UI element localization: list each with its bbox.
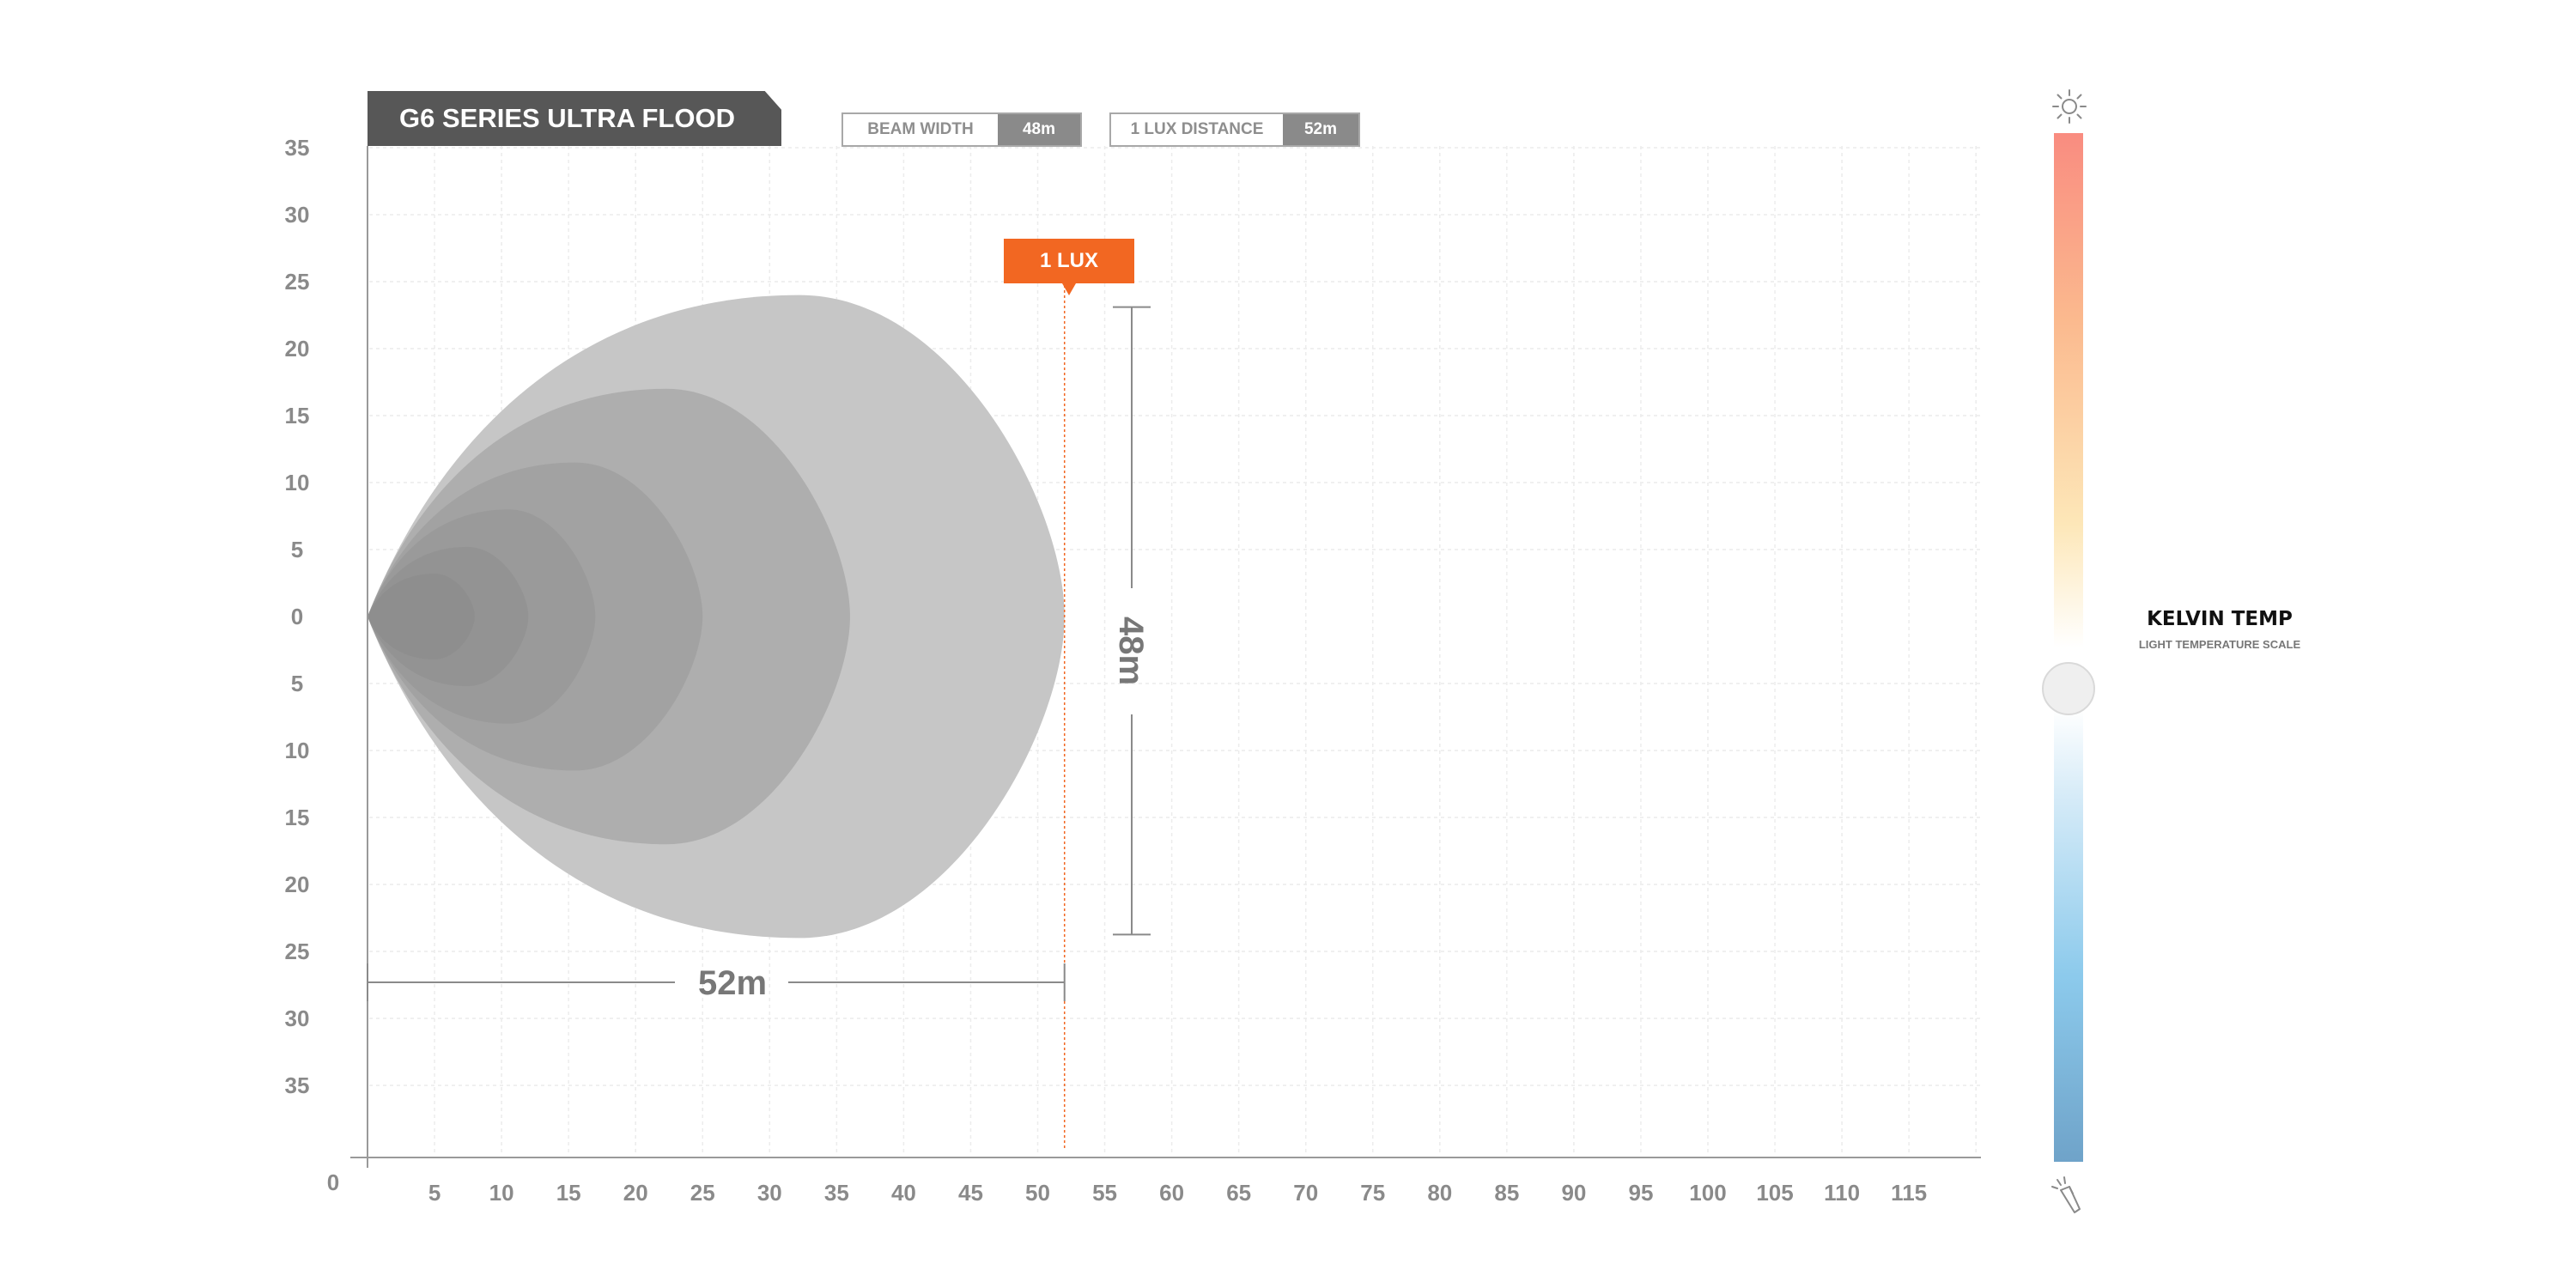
x-tick-label: 15 [556, 1180, 581, 1206]
chart-title-banner: G6 SERIES ULTRA FLOOD [368, 91, 781, 146]
x-tick-label: 45 [958, 1180, 983, 1206]
y-tick-label: 5 [291, 671, 303, 696]
lux-distance-stat: 1 LUX DISTANCE 52m [1109, 112, 1360, 147]
kelvin-title: KELVIN TEMP [2147, 608, 2293, 630]
beam-width-stat: BEAM WIDTH 48m [841, 112, 1082, 147]
x-tick-label: 25 [690, 1180, 715, 1206]
y-tick-label: 25 [285, 939, 310, 964]
beam-width-dim-label: 48m [1112, 617, 1150, 685]
kelvin-slider-knob[interactable] [2042, 662, 2095, 715]
y-tick-label: 30 [285, 202, 310, 228]
x-tick-label: 75 [1360, 1180, 1385, 1206]
x-tick-label: 115 [1891, 1180, 1927, 1206]
x-tick-label: 30 [757, 1180, 782, 1206]
x-tick-label: 110 [1824, 1180, 1860, 1206]
y-tick-label: 25 [285, 269, 310, 295]
x-tick-label: 105 [1756, 1180, 1793, 1206]
sun-icon [2052, 89, 2087, 124]
y-tick-label: 20 [285, 336, 310, 362]
y-tick-label: 35 [285, 135, 310, 161]
x-tick-label: 50 [1025, 1180, 1050, 1206]
x-tick-label: 85 [1494, 1180, 1519, 1206]
x-tick-label: 65 [1226, 1180, 1251, 1206]
distance-dim-label: 52m [698, 964, 767, 1002]
x-tick-label: 70 [1293, 1180, 1318, 1206]
y-tick-label: 10 [285, 738, 310, 763]
y-tick-label: 0 [291, 604, 303, 629]
one-lux-label: 1 LUX [1039, 249, 1098, 272]
kelvin-scale-bar [2054, 133, 2083, 1162]
x-tick-label: 5 [428, 1180, 440, 1206]
y-tick-label: 35 [285, 1072, 310, 1098]
y-tick-label: 15 [285, 403, 310, 428]
x-tick-label: 35 [824, 1180, 849, 1206]
chart-title: G6 SERIES ULTRA FLOOD [399, 103, 735, 133]
x-tick-label: 40 [891, 1180, 916, 1206]
x-tick-label: 95 [1628, 1180, 1653, 1206]
lux-distance-value: 52m [1283, 114, 1358, 145]
y-tick-label: 5 [291, 537, 303, 562]
x-tick-label: 10 [489, 1180, 514, 1206]
origin-label: 0 [327, 1170, 339, 1195]
x-tick-label: 60 [1159, 1180, 1184, 1206]
x-tick-label: 100 [1689, 1180, 1726, 1206]
y-tick-label: 15 [285, 805, 310, 830]
x-tick-label: 80 [1427, 1180, 1452, 1206]
y-tick-label: 10 [285, 470, 310, 495]
y-tick-label: 30 [285, 1006, 310, 1031]
beam-width-value: 48m [998, 114, 1080, 145]
y-tick-label: 20 [285, 872, 310, 897]
x-tick-label: 20 [623, 1180, 648, 1206]
x-tick-label: 55 [1092, 1180, 1117, 1206]
beam-width-label: BEAM WIDTH [843, 114, 998, 145]
lux-distance-label: 1 LUX DISTANCE [1111, 114, 1283, 145]
kelvin-subtitle: LIGHT TEMPERATURE SCALE [2138, 638, 2301, 651]
one-lux-marker: 1 LUX [1004, 239, 1134, 295]
beam-pattern [368, 295, 1065, 939]
x-tick-label: 90 [1561, 1180, 1586, 1206]
flashlight-icon [2051, 1176, 2081, 1213]
